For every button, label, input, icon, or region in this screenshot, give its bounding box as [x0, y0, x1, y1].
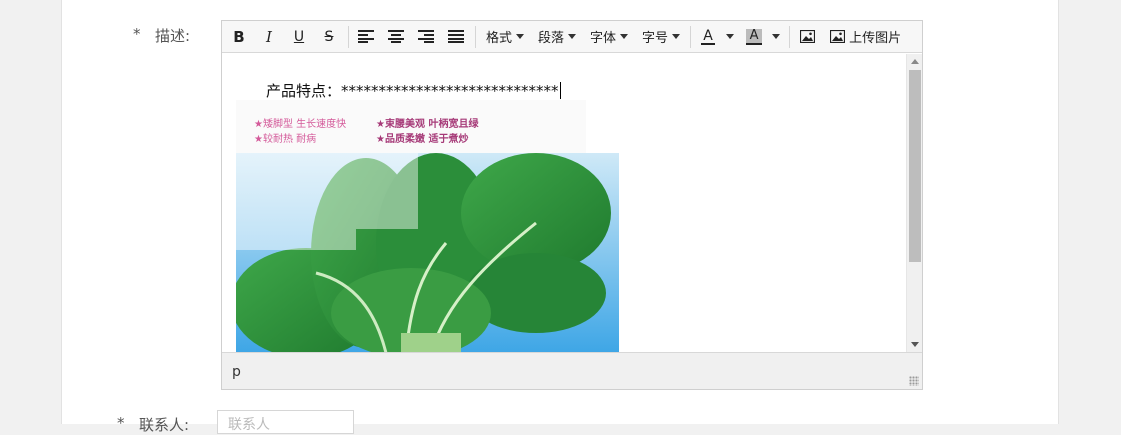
- banner-text: ★较耐热 耐病: [254, 134, 317, 145]
- text-cursor: [559, 82, 561, 99]
- upload-image-button[interactable]: 上传图片: [826, 25, 905, 49]
- required-mark: *: [117, 414, 125, 432]
- font-color-button[interactable]: A: [697, 25, 719, 49]
- chevron-down-icon: [568, 34, 577, 39]
- element-path[interactable]: p: [232, 364, 241, 380]
- align-left-icon: [358, 30, 374, 43]
- font-color-label: A: [703, 27, 713, 44]
- underline-button[interactable]: U: [288, 25, 310, 49]
- product-banner: ★矮脚型 生长速度快 ★束腰美观 叶柄宽且绿 ★较耐热 耐病 ★品质柔嫩 适于煮…: [236, 100, 586, 154]
- font-color-dropdown[interactable]: [721, 25, 735, 49]
- content-paragraph: 产品特点：*****************************: [266, 80, 561, 101]
- product-image: ★矮脚型 生长速度快 ★束腰美观 叶柄宽且绿 ★较耐热 耐病 ★品质柔嫩 适于煮…: [236, 100, 619, 352]
- bg-color-dropdown[interactable]: [767, 25, 781, 49]
- chevron-down-icon: [620, 34, 629, 39]
- align-center-icon: [388, 30, 404, 43]
- image-icon: [799, 30, 815, 43]
- editor-content[interactable]: 产品特点：***************************** ★矮脚型 …: [222, 54, 906, 352]
- bok-choy-photo: [236, 153, 619, 352]
- chevron-down-icon: [726, 34, 735, 39]
- required-mark: *: [133, 25, 141, 43]
- scroll-down-icon[interactable]: [911, 342, 919, 347]
- size-label: 字号: [642, 31, 669, 46]
- rich-text-editor[interactable]: B I U S 格式 段落 字体 字号 A A 上传图片 产品特点：******…: [221, 20, 923, 390]
- toolbar-separator: [789, 25, 791, 48]
- align-center-button[interactable]: [385, 25, 407, 49]
- insert-image-button[interactable]: [796, 25, 818, 49]
- scrollbar-thumb[interactable]: [909, 70, 921, 262]
- upload-image-label: 上传图片: [849, 31, 902, 46]
- contact-input[interactable]: 联系人: [217, 410, 354, 434]
- toolbar-separator: [348, 25, 349, 48]
- bg-color-label: A: [746, 28, 763, 45]
- editor-toolbar: B I U S 格式 段落 字体 字号 A A 上传图片: [222, 21, 922, 53]
- bg-color-button[interactable]: A: [743, 25, 765, 49]
- scroll-up-icon[interactable]: [911, 59, 919, 64]
- chevron-down-icon: [672, 34, 681, 39]
- size-dropdown[interactable]: 字号: [638, 25, 684, 49]
- content-text: 产品特点：*****************************: [266, 82, 559, 100]
- vertical-scrollbar[interactable]: [906, 54, 922, 352]
- strikethrough-button[interactable]: S: [318, 25, 340, 49]
- toolbar-separator: [690, 25, 692, 48]
- chevron-down-icon: [772, 34, 781, 39]
- font-dropdown[interactable]: 字体: [586, 25, 632, 49]
- font-color-swatch: [701, 42, 716, 45]
- italic-button[interactable]: I: [258, 25, 280, 49]
- editor-statusbar: p: [222, 352, 922, 389]
- resize-handle-icon[interactable]: [909, 376, 919, 386]
- chevron-down-icon: [516, 34, 525, 39]
- paragraph-label: 段落: [538, 31, 565, 46]
- align-right-icon: [418, 30, 434, 43]
- font-label: 字体: [590, 31, 617, 46]
- banner-text: ★矮脚型 生长速度快: [254, 119, 347, 130]
- toolbar-separator: [475, 25, 476, 48]
- banner-text: ★束腰美观 叶柄宽且绿: [376, 119, 479, 130]
- align-right-button[interactable]: [415, 25, 437, 49]
- contact-label: 联系人:: [139, 416, 190, 434]
- format-label: 格式: [486, 31, 513, 46]
- align-justify-button[interactable]: [445, 25, 467, 49]
- banner-text: ★品质柔嫩 适于煮炒: [376, 134, 469, 145]
- format-dropdown[interactable]: 格式: [482, 25, 528, 49]
- align-justify-icon: [448, 30, 464, 43]
- paragraph-dropdown[interactable]: 段落: [534, 25, 580, 49]
- image-icon: [830, 30, 846, 43]
- align-left-button[interactable]: [355, 25, 377, 49]
- description-label: 描述:: [155, 27, 191, 45]
- bold-button[interactable]: B: [228, 25, 250, 49]
- contact-placeholder: 联系人: [228, 417, 270, 433]
